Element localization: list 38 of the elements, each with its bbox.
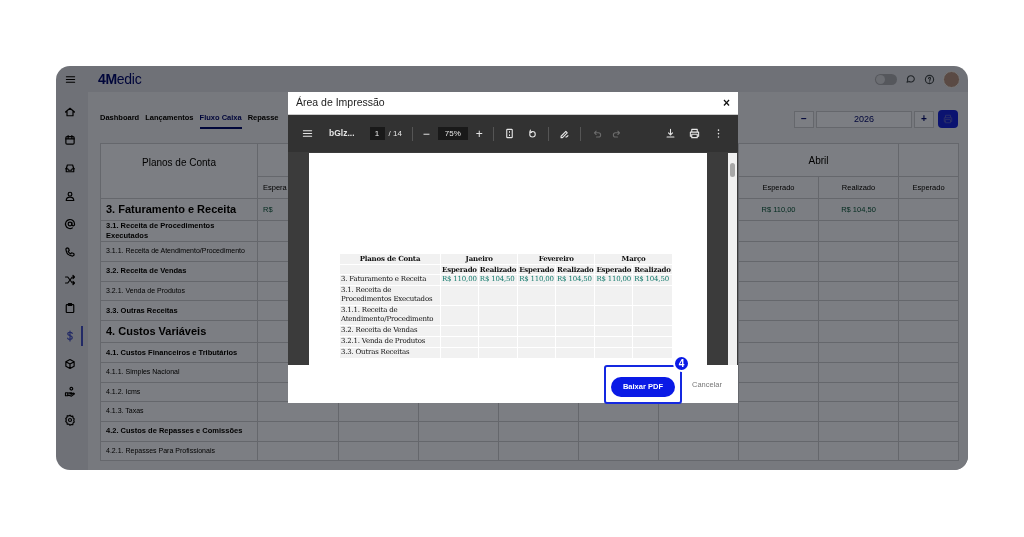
pen-icon[interactable]: [558, 128, 570, 139]
zoom-field[interactable]: 75%: [437, 127, 468, 140]
dollar-icon[interactable]: [64, 330, 76, 342]
print-button[interactable]: [938, 110, 958, 128]
shuffle-icon[interactable]: [64, 274, 76, 286]
zoom-out-button[interactable]: −: [422, 127, 430, 140]
inbox-icon[interactable]: [64, 162, 76, 174]
phone-icon[interactable]: [64, 246, 76, 258]
year-field[interactable]: 2026: [816, 110, 912, 128]
dialog-title: Área de Impressão: [296, 95, 385, 111]
toggle-switch[interactable]: [875, 73, 897, 85]
home-icon[interactable]: [64, 106, 76, 118]
page-field[interactable]: 1: [369, 127, 385, 140]
box-icon[interactable]: [64, 358, 76, 370]
fit-page-icon[interactable]: [503, 128, 515, 139]
table-cell: 3. Faturamento e Receita: [100, 198, 258, 221]
page-count: / 14: [388, 127, 402, 140]
table-header: Planos de Conta: [100, 143, 258, 199]
table-cell: 4. Custos Variáveis: [100, 320, 258, 343]
user-icon[interactable]: [64, 190, 76, 202]
settings-icon[interactable]: [64, 414, 76, 426]
menu-icon[interactable]: [302, 128, 313, 139]
calendar-icon[interactable]: [64, 134, 76, 146]
rotate-icon[interactable]: [526, 128, 538, 139]
file-name: bGlz...: [329, 127, 355, 140]
increment-button[interactable]: +: [914, 110, 934, 128]
chat-icon[interactable]: [905, 73, 916, 85]
at-sign-icon[interactable]: [64, 218, 76, 230]
decrement-button[interactable]: −: [794, 110, 814, 128]
zoom-in-button[interactable]: +: [475, 127, 483, 140]
logo-text: 4Medic: [98, 69, 142, 89]
table-header: Abril: [738, 143, 899, 177]
print-icon: [943, 114, 953, 124]
print-icon[interactable]: [689, 128, 700, 139]
clipboard-icon[interactable]: [64, 302, 76, 314]
download-icon[interactable]: [665, 128, 676, 139]
close-button[interactable]: ×: [723, 97, 730, 109]
help-icon[interactable]: [924, 73, 935, 85]
